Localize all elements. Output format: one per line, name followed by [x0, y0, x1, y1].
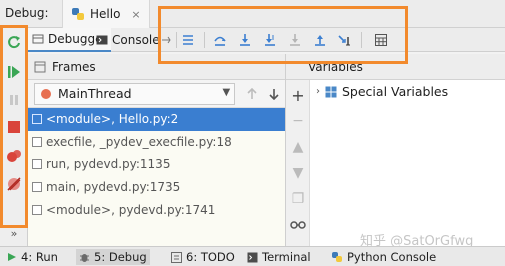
frame-icon — [32, 204, 42, 215]
tab-console[interactable]: Console — [92, 28, 164, 52]
debugger-icon — [32, 34, 44, 44]
move-up-icon[interactable]: ▲ — [289, 138, 307, 156]
tool-window-python-console[interactable]: Python Console — [328, 249, 439, 265]
variables-side-toolbar: + − ▲ ▼ ❐ — [286, 80, 310, 246]
close-icon[interactable]: × — [131, 8, 140, 21]
tool-window-terminal-label: Terminal — [262, 250, 311, 264]
move-down-icon[interactable]: ▼ — [289, 164, 307, 182]
session-tab-label: Hello — [90, 7, 121, 21]
frames-title: Frames — [52, 59, 96, 74]
debug-label: Debug: — [5, 6, 49, 20]
run-icon — [8, 253, 16, 261]
copy-icon[interactable]: ❐ — [289, 190, 307, 208]
thread-status-icon — [41, 88, 51, 99]
todo-icon — [171, 251, 182, 263]
thread-selector[interactable]: MainThread ▼ — [34, 82, 236, 105]
bug-icon — [80, 253, 89, 262]
previous-frame-icon[interactable] — [241, 83, 263, 105]
next-frame-icon[interactable] — [263, 83, 285, 105]
tool-window-python-console-label: Python Console — [347, 250, 437, 264]
frame-label: run, pydevd.py:1135 — [46, 157, 171, 172]
variables-group-icon — [325, 86, 337, 97]
frame-item[interactable]: execfile, _pydev_execfile.py:18 — [28, 131, 285, 154]
tool-window-debug-label: 5: Debug — [94, 250, 147, 264]
python-icon — [72, 8, 84, 20]
tool-window-todo[interactable]: 6: TODO — [168, 249, 238, 265]
frames-panel: Frames MainThread ▼ <module>, Hello.py:2… — [28, 54, 286, 246]
remove-watch-icon[interactable]: − — [289, 112, 307, 130]
tool-window-debug[interactable]: 5: Debug — [76, 249, 150, 265]
special-variables-row[interactable]: › Special Variables — [316, 84, 448, 99]
console-icon — [96, 35, 108, 45]
frame-label: <module>, Hello.py:2 — [46, 112, 179, 127]
frame-icon — [32, 136, 42, 147]
frame-item[interactable]: main, pydevd.py:1735 — [28, 176, 285, 199]
thread-name: MainThread — [58, 86, 132, 101]
tool-window-todo-label: 6: TODO — [186, 250, 235, 264]
frame-item[interactable]: <module>, pydevd.py:1741 — [28, 198, 285, 221]
tool-window-run[interactable]: 4: Run — [4, 249, 61, 265]
special-variables-label: Special Variables — [342, 84, 449, 99]
frame-icon — [32, 159, 42, 170]
add-watch-icon[interactable]: + — [289, 86, 307, 105]
tab-console-label: Console — [112, 33, 160, 47]
frame-label: <module>, pydevd.py:1741 — [46, 202, 216, 217]
tool-window-terminal[interactable]: Terminal — [244, 249, 314, 265]
highlight-box-step-toolbar — [158, 6, 408, 64]
frame-item[interactable]: <module>, Hello.py:2 — [28, 108, 285, 131]
thread-row: MainThread ▼ — [28, 80, 285, 108]
frame-label: main, pydevd.py:1735 — [46, 180, 181, 195]
frame-icon — [32, 114, 42, 125]
bottom-tool-bar: 4: Run 5: Debug 6: TODO Terminal Python … — [0, 246, 505, 266]
frame-icon — [32, 182, 42, 193]
highlight-box-side-toolbar — [0, 25, 28, 228]
tool-window-run-label: 4: Run — [21, 250, 58, 264]
debug-session-tab[interactable]: Hello × — [62, 0, 150, 28]
terminal-icon — [247, 252, 258, 262]
variables-panel: Variables + − ▲ ▼ ❐ › Special Variables — [286, 54, 505, 246]
python-console-icon — [332, 252, 342, 262]
show-watches-icon[interactable] — [289, 216, 307, 234]
frame-label: execfile, _pydev_execfile.py:18 — [46, 134, 232, 149]
chevron-right-icon[interactable]: › — [316, 86, 320, 97]
frames-icon — [34, 61, 46, 72]
frame-item[interactable]: run, pydevd.py:1135 — [28, 153, 285, 176]
chevron-down-icon: ▼ — [222, 86, 231, 98]
